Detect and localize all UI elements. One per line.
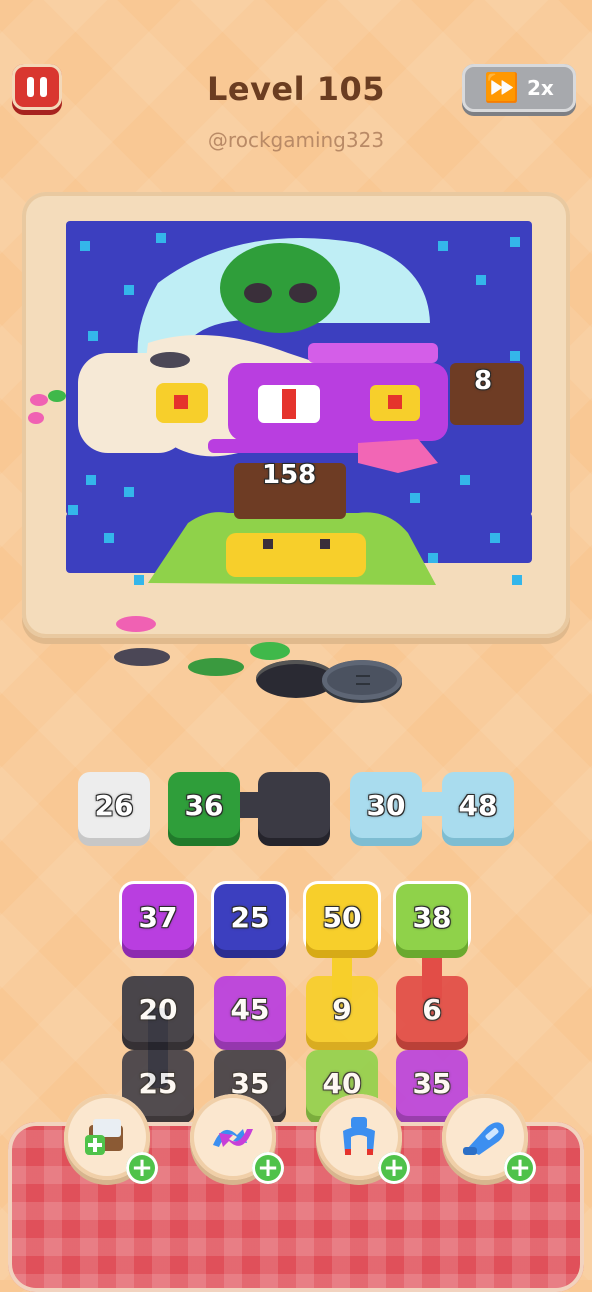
fast-forward-icon: ⏩ bbox=[484, 71, 520, 104]
shuffle-plus-badge[interactable]: + bbox=[252, 1152, 284, 1184]
add-tray-plus-badge[interactable]: + bbox=[126, 1152, 158, 1184]
grid-tile-r1c1[interactable]: 37 bbox=[122, 884, 194, 950]
speed-toggle-button[interactable]: ⏩ 2x bbox=[462, 64, 576, 112]
ant-line bbox=[110, 614, 290, 684]
queue-tile-skyblue-2[interactable]: 48 bbox=[442, 772, 514, 838]
grid-tile-r2c3[interactable]: 9 bbox=[306, 976, 378, 1042]
block-count-center: 158 bbox=[262, 460, 317, 490]
grid-tile-r1c4[interactable]: 38 bbox=[396, 884, 468, 950]
queue-tile-green[interactable]: 36 bbox=[168, 772, 240, 838]
username: @rockgaming323 bbox=[207, 128, 385, 152]
queue-tile-skyblue-1[interactable]: 30 bbox=[350, 772, 422, 838]
vacuum-icon bbox=[463, 1122, 505, 1155]
grid-tile-r2c4[interactable]: 6 bbox=[396, 976, 468, 1042]
magnet-claw-icon bbox=[343, 1117, 375, 1155]
alien-head bbox=[220, 243, 340, 333]
grid-tile-r2c1[interactable]: 20 bbox=[122, 976, 194, 1042]
queue-tile-white[interactable]: 26 bbox=[78, 772, 150, 838]
pixel-art-canvas bbox=[66, 221, 532, 585]
grid-tile-r1c2[interactable]: 25 bbox=[214, 884, 286, 950]
hole-lid bbox=[322, 660, 402, 700]
ant-dark bbox=[150, 352, 194, 374]
magnet-claw-plus-badge[interactable]: + bbox=[378, 1152, 410, 1184]
ant-group-left bbox=[26, 388, 70, 428]
queue-tile-charcoal[interactable] bbox=[258, 772, 330, 838]
block-count-right: 8 bbox=[474, 366, 493, 396]
grid-tile-r1c3[interactable]: 50 bbox=[306, 884, 378, 950]
speed-label: 2x bbox=[527, 76, 554, 100]
grid-tile-r2c2[interactable]: 45 bbox=[214, 976, 286, 1042]
add-tray-icon bbox=[85, 1119, 123, 1155]
vacuum-plus-badge[interactable]: + bbox=[504, 1152, 536, 1184]
shuffle-icon bbox=[213, 1129, 253, 1147]
